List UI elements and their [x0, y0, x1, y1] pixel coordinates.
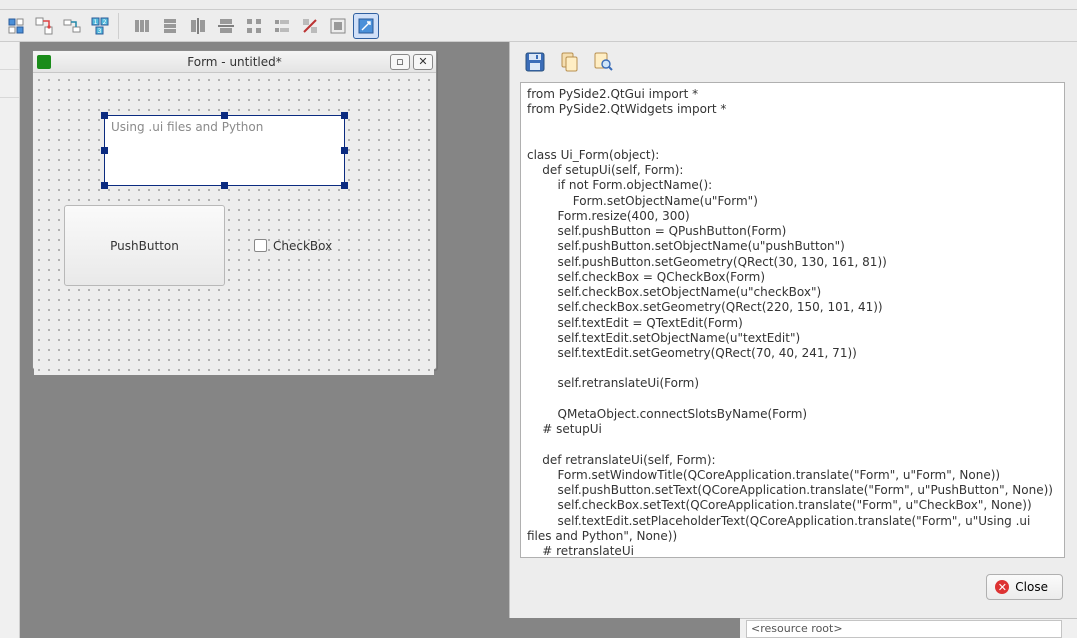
close-dialog-button[interactable]: ✕ Close: [986, 574, 1063, 600]
adjust-size-icon[interactable]: [325, 13, 351, 39]
form-title: Form - untitled*: [33, 55, 436, 69]
resize-handle[interactable]: [101, 147, 108, 154]
textedit-placeholder: Using .ui files and Python: [105, 116, 344, 138]
form-subwindow[interactable]: Form - untitled* ▫ ✕ Using .ui files and…: [32, 50, 437, 370]
checkbox-widget[interactable]: CheckBox: [254, 225, 355, 266]
resize-handle[interactable]: [341, 182, 348, 189]
edit-signals-icon[interactable]: [31, 13, 57, 39]
layout-form-icon[interactable]: [269, 13, 295, 39]
layout-h-icon[interactable]: [129, 13, 155, 39]
edit-tab-order-icon[interactable]: 123: [87, 13, 113, 39]
resize-handle[interactable]: [101, 112, 108, 119]
bottom-panel: <resource root>: [740, 618, 1077, 638]
restore-button[interactable]: ▫: [390, 54, 410, 70]
layout-hsplit-icon[interactable]: [185, 13, 211, 39]
code-content: from PySide2.QtGui import * from PySide2…: [527, 87, 1058, 558]
find-icon[interactable]: [590, 49, 616, 75]
layout-grid-icon[interactable]: [241, 13, 267, 39]
resize-handle[interactable]: [341, 112, 348, 119]
layout-vsplit-icon[interactable]: [213, 13, 239, 39]
textedit-widget[interactable]: Using .ui files and Python: [104, 115, 345, 186]
system-menu-icon[interactable]: [37, 55, 51, 69]
resize-handle[interactable]: [221, 182, 228, 189]
save-icon[interactable]: [522, 49, 548, 75]
pushbutton-widget[interactable]: PushButton: [64, 205, 225, 286]
resize-handle[interactable]: [341, 147, 348, 154]
design-canvas: Form - untitled* ▫ ✕ Using .ui files and…: [20, 42, 1077, 638]
code-text[interactable]: from PySide2.QtGui import * from PySide2…: [520, 82, 1065, 558]
code-toolbar: [510, 42, 1077, 82]
main-toolbar: 123: [0, 10, 1077, 42]
code-preview-dialog: from PySide2.QtGui import * from PySide2…: [509, 42, 1077, 618]
svg-text:1: 1: [94, 19, 98, 26]
layout-v-icon[interactable]: [157, 13, 183, 39]
checkbox-box-icon[interactable]: [254, 239, 267, 252]
break-layout-icon[interactable]: [297, 13, 323, 39]
menubar: [0, 0, 1077, 10]
close-label: Close: [1015, 580, 1048, 594]
checkbox-label: CheckBox: [273, 239, 332, 253]
resize-icon[interactable]: [353, 13, 379, 39]
edit-widgets-icon[interactable]: [3, 13, 29, 39]
pushbutton-label: PushButton: [110, 239, 179, 253]
close-button[interactable]: ✕: [413, 54, 433, 70]
resize-handle[interactable]: [221, 112, 228, 119]
svg-text:2: 2: [103, 19, 107, 26]
form-design-surface[interactable]: Using .ui files and Python PushButton Ch…: [34, 75, 434, 375]
close-x-icon: ✕: [995, 580, 1009, 594]
resize-handle[interactable]: [101, 182, 108, 189]
svg-text:3: 3: [98, 28, 102, 35]
widget-box-collapsed[interactable]: [0, 42, 20, 638]
form-titlebar[interactable]: Form - untitled* ▫ ✕: [33, 51, 436, 73]
copy-icon[interactable]: [556, 49, 582, 75]
edit-buddies-icon[interactable]: [59, 13, 85, 39]
resource-root-field[interactable]: <resource root>: [746, 620, 1062, 638]
